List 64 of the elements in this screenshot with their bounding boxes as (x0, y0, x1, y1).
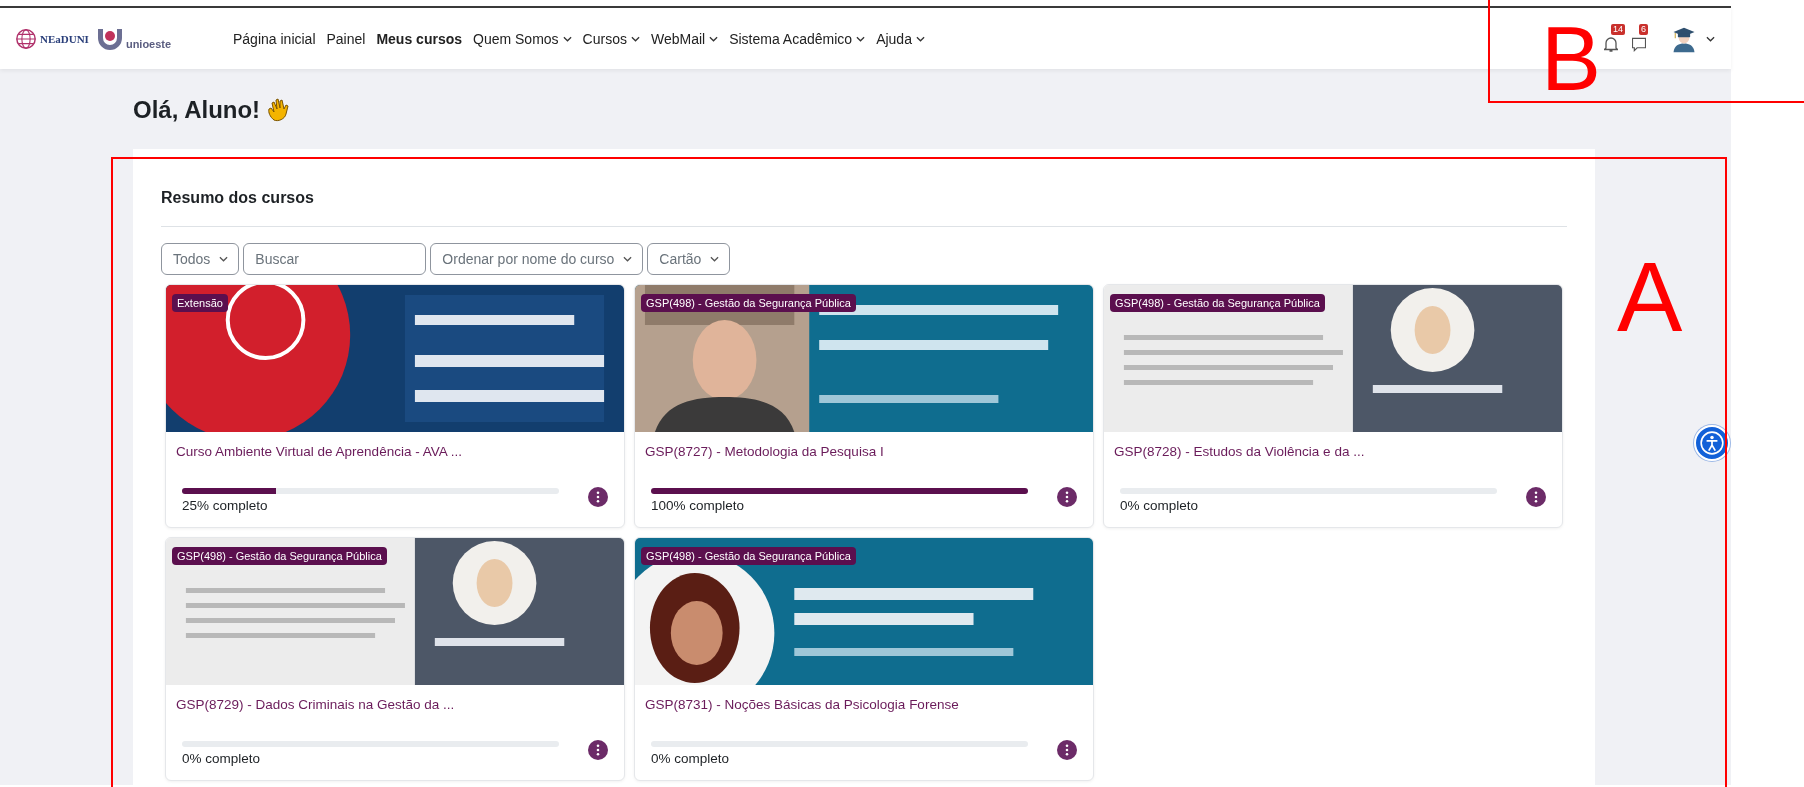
course-card[interactable]: GSP(498) - Gestão da Segurança Pública GSP(8731) - Noções Básicas da Psicologia Forense 0% completo (634, 537, 1094, 781)
course-title-link[interactable]: Curso Ambiente Virtual de Aprendência - AVA ... (176, 444, 615, 459)
vertical-dots-icon (1534, 490, 1538, 503)
chevron-down-icon (710, 256, 720, 262)
filter-dropdown[interactable]: Cartão (647, 243, 731, 275)
nav-link[interactable]: Página inicial (233, 30, 316, 47)
more-options-button[interactable] (588, 739, 608, 760)
vertical-dots-icon (596, 490, 600, 503)
unioeste-logo[interactable]: unioeste (96, 27, 172, 50)
messages-button[interactable]: 6 (1632, 23, 1656, 54)
category-badge: GSP(498) - Gestão da Segurança Pública (641, 294, 856, 312)
course-card[interactable]: GSP(498) - Gestão da Segurança Pública GSP(8728) - Estudos da Violência e da ... 0% completo (1103, 284, 1563, 528)
nav-link[interactable]: Ajuda (876, 30, 925, 47)
message-count: 6 (1639, 23, 1648, 35)
notification-count: 14 (1611, 23, 1625, 35)
neaduni-logo[interactable]: NEaDUNI (15, 27, 89, 50)
course-card[interactable]: GSP(498) - Gestão da Segurança Pública GSP(8729) - Dados Criminais na Gestão da ... 0% completo (165, 537, 625, 781)
progress-text: 0% completo (182, 751, 262, 766)
arch-icon (96, 27, 123, 50)
category-badge: GSP(498) - Gestão da Segurança Pública (641, 547, 856, 565)
progress-text: 100% completo (651, 498, 746, 513)
notifications-button[interactable]: 14 (1604, 23, 1628, 54)
greeting: Olá, Aluno! (133, 96, 261, 124)
vertical-dots-icon (596, 743, 600, 756)
logo-text: NEaDUNI (40, 32, 89, 45)
chat-icon (1632, 36, 1646, 52)
vertical-dots-icon (1065, 490, 1069, 503)
more-options-button[interactable] (1057, 486, 1077, 507)
section-title: Resumo dos cursos (161, 189, 315, 207)
category-badge: Extensão (172, 294, 228, 312)
filter-dropdown[interactable]: Ordenar por nome do curso (430, 243, 644, 275)
bell-icon (1604, 36, 1618, 52)
chevron-down-icon (219, 256, 229, 262)
progress-text: 0% completo (651, 751, 731, 766)
course-card[interactable]: Extensão Curso Ambiente Virtual de Aprendência - AVA ... 25% completo (165, 284, 625, 528)
nav-link[interactable]: Meus cursos (376, 30, 462, 47)
course-title-link[interactable]: GSP(8727) - Metodologia da Pesquisa I (645, 444, 1084, 459)
nav-link[interactable]: WebMail (650, 30, 719, 47)
more-options-button[interactable] (588, 486, 608, 507)
nav-link[interactable]: Painel (326, 30, 366, 47)
globe-icon (15, 27, 37, 50)
nav-link[interactable]: Cursos (582, 30, 640, 47)
course-title-link[interactable]: GSP(8728) - Estudos da Violência e da ... (1114, 444, 1553, 459)
course-title-link[interactable]: GSP(8731) - Noções Básicas da Psicologia Forense (645, 697, 1084, 712)
search-field[interactable]: Buscar (243, 243, 427, 275)
more-options-button[interactable] (1526, 486, 1546, 507)
more-options-button[interactable] (1057, 739, 1077, 760)
category-badge: GSP(498) - Gestão da Segurança Pública (1110, 294, 1325, 312)
annotation-label: A (1617, 262, 1683, 333)
filter-dropdown[interactable]: Todos (161, 243, 240, 275)
course-title-link[interactable]: GSP(8729) - Dados Criminais na Gestão da ... (176, 697, 615, 712)
progress-text: 25% completo (182, 498, 269, 513)
accessibility-icon (1699, 430, 1725, 456)
nav-link[interactable]: Sistema Acadêmico (729, 30, 866, 47)
nav-link[interactable]: Quem Somos (473, 30, 572, 47)
vertical-dots-icon (1065, 743, 1069, 756)
accessibility-button[interactable] (1694, 425, 1730, 461)
logo-text: unioeste (125, 37, 172, 50)
course-card[interactable]: GSP(498) - Gestão da Segurança Pública GSP(8727) - Metodologia da Pesquisa I 100% completo (634, 284, 1094, 528)
progress-text: 0% completo (1120, 498, 1200, 513)
chevron-down-icon (623, 256, 633, 262)
category-badge: GSP(498) - Gestão da Segurança Pública (172, 547, 387, 565)
chevron-down-icon (1706, 35, 1715, 42)
annotation-label: B (1541, 27, 1602, 92)
